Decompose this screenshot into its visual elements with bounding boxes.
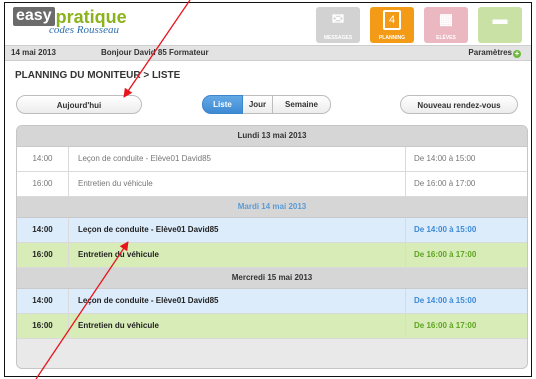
app-window: easy pratique codes Rousseau ✉ MESSAGES … <box>4 2 532 377</box>
appointment-time: 16:00 <box>17 243 69 267</box>
appointment-range: De 16:00 à 17:00 <box>414 321 477 330</box>
greeting: Bonjour David 85 Formateur <box>101 48 209 57</box>
schedule-list: Lundi 13 mai 2013 14:00 Leçon de conduit… <box>16 125 528 369</box>
appointment-title: Leçon de conduite - Elève01 David85 <box>69 289 406 313</box>
appointment-range: De 16:00 à 17:00 <box>414 250 477 259</box>
view-list-button[interactable]: Liste <box>202 95 243 114</box>
current-date: 14 mai 2013 <box>11 48 56 57</box>
view-week-button[interactable]: Semaine <box>273 95 331 114</box>
appointment-time: 14:00 <box>17 289 69 313</box>
day-header: Mercredi 15 mai 2013 <box>17 268 527 289</box>
day-header: Lundi 13 mai 2013 <box>17 126 527 147</box>
appointment-time: 14:00 <box>17 147 69 171</box>
settings-link[interactable]: Paramètres + <box>468 48 521 58</box>
nav-students[interactable]: ▦ ELÈVES <box>424 7 468 43</box>
appointment-title: Entretien du véhicule <box>69 314 406 338</box>
appointment-range: De 14:00 à 15:00 <box>414 225 477 234</box>
logo: easy pratique codes Rousseau <box>13 7 127 36</box>
page-title: PLANNING DU MONITEUR > LISTE <box>15 70 181 81</box>
appointment-time: 14:00 <box>17 218 69 242</box>
day-header-today: Mardi 14 mai 2013 <box>17 197 527 218</box>
plus-icon: + <box>513 49 521 58</box>
appointment-range: De 14:00 à 15:00 <box>414 296 477 305</box>
appointment-row[interactable]: 14:00 Leçon de conduite - Elève01 David8… <box>17 218 527 243</box>
appointment-row[interactable]: 16:00 Entretien du véhicule De 16:00 à 1… <box>17 172 527 197</box>
view-day-button[interactable]: Jour <box>243 95 273 114</box>
nav-planning-label: PLANNING <box>378 35 406 41</box>
nav-messages-label: MESSAGES <box>323 35 353 41</box>
logo-subtitle: codes Rousseau <box>49 24 119 36</box>
user-bar: 14 mai 2013 Bonjour David 85 Formateur P… <box>5 45 531 61</box>
students-icon: ▦ <box>438 11 454 28</box>
vehicle-icon: ▬ <box>492 11 508 28</box>
appointment-title: Entretien du véhicule <box>69 172 406 196</box>
appointment-title: Leçon de conduite - Elève01 David85 <box>69 218 406 242</box>
nav-students-label: ELÈVES <box>436 35 456 41</box>
view-switcher: Liste Jour Semaine <box>202 95 331 114</box>
nav-messages[interactable]: ✉ MESSAGES <box>316 7 360 43</box>
appointment-title: Leçon de conduite - Elève01 David85 <box>69 147 406 171</box>
appointment-row[interactable]: 14:00 Leçon de conduite - Elève01 David8… <box>17 147 527 172</box>
appointment-time: 16:00 <box>17 314 69 338</box>
appointment-range: De 16:00 à 17:00 <box>414 179 476 188</box>
appointment-range: De 14:00 à 15:00 <box>414 154 476 163</box>
envelope-icon: ✉ <box>331 11 345 28</box>
appointment-row[interactable]: 16:00 Entretien du véhicule De 16:00 à 1… <box>17 243 527 268</box>
appointment-row[interactable]: 14:00 Leçon de conduite - Elève01 David8… <box>17 289 527 314</box>
appointment-title: Entretien du véhicule <box>69 243 406 267</box>
nav-vehicle[interactable]: ▬ <box>478 7 522 43</box>
app-header: easy pratique codes Rousseau ✉ MESSAGES … <box>5 3 531 45</box>
calendar-icon-badge: 4 <box>388 14 396 26</box>
appointment-row[interactable]: 16:00 Entretien du véhicule De 16:00 à 1… <box>17 314 527 339</box>
today-button[interactable]: Aujourd'hui <box>16 95 142 114</box>
calendar-icon: 4 <box>383 10 401 30</box>
settings-label: Paramètres <box>468 48 512 57</box>
nav-planning[interactable]: 4 PLANNING <box>370 7 414 43</box>
appointment-time: 16:00 <box>17 172 69 196</box>
new-appointment-button[interactable]: Nouveau rendez-vous <box>400 95 518 114</box>
main-nav: ✉ MESSAGES 4 PLANNING ▦ ELÈVES ▬ ✎ <box>316 7 531 43</box>
